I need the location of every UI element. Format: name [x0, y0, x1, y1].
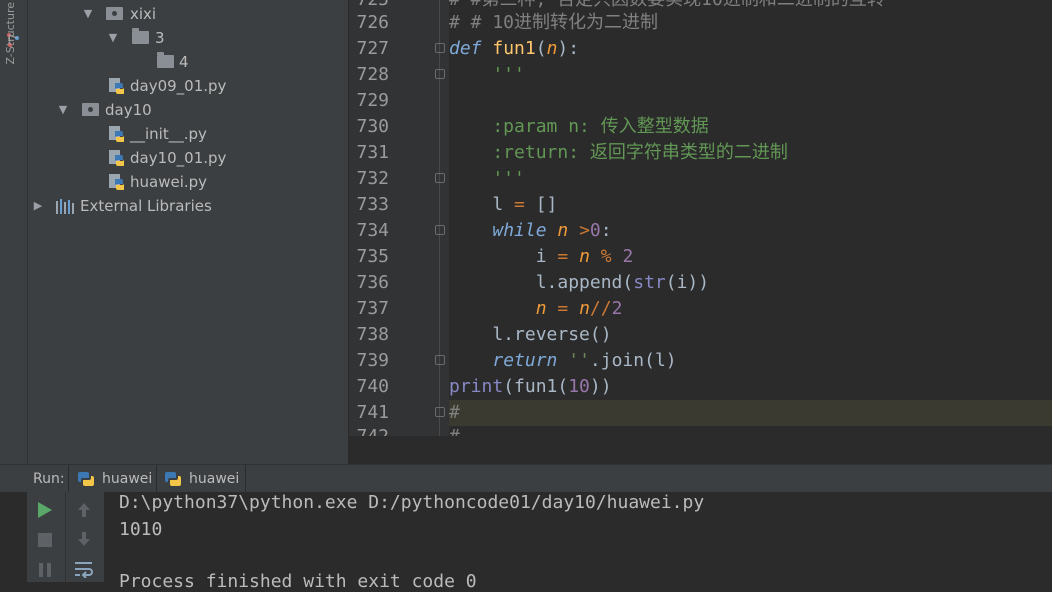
line-number: 741	[356, 402, 389, 423]
soft-wrap-icon[interactable]	[74, 560, 94, 578]
python-file-icon	[109, 126, 124, 142]
line-number: 736	[356, 272, 389, 293]
line-number: 735	[356, 246, 389, 267]
collapsed-arrow-icon[interactable]: ▶	[31, 194, 45, 218]
tree-item-label: day10	[105, 101, 152, 119]
console-command-line: D:\python37\python.exe D:/pythoncode01/d…	[119, 492, 705, 513]
expand-arrow-icon[interactable]: ▼	[106, 26, 120, 50]
line-number: 740	[356, 376, 389, 397]
tree-item-day09-01[interactable]: day09_01.py	[28, 74, 348, 98]
code-line: '''	[449, 168, 525, 189]
tree-item-3[interactable]: ▼ 3	[28, 26, 348, 50]
left-tool-stripe: Z-Structure	[0, 0, 28, 464]
fold-marker-icon[interactable]	[435, 407, 445, 417]
line-number: 738	[356, 324, 389, 345]
line-number: 733	[356, 194, 389, 215]
line-number: 728	[356, 64, 389, 85]
code-line: n = n//2	[535, 298, 623, 319]
run-tab-huawei-1[interactable]: huawei	[78, 465, 156, 493]
code-line: l = []	[449, 194, 558, 215]
code-line: def fun1(n):	[449, 38, 580, 59]
code-line: #	[449, 424, 1052, 436]
tree-item-label: 3	[155, 29, 165, 47]
code-line: i = n % 2	[449, 246, 634, 267]
code-line: print(fun1(10))	[449, 376, 612, 397]
structure-icon[interactable]	[6, 32, 20, 48]
run-console[interactable]: D:\python37\python.exe D:/pythoncode01/d…	[0, 492, 1052, 592]
code-line: :return: 返回字符串类型的二进制	[449, 142, 788, 163]
code-editor[interactable]: 725 726 727 728 729 730 731 732 733 734 …	[349, 0, 1052, 436]
code-line: :param n: 传入整型数据	[449, 116, 709, 137]
line-number: 730	[356, 116, 389, 137]
fold-marker-icon[interactable]	[435, 225, 445, 235]
current-code-line: #	[449, 400, 1052, 426]
run-label: Run:	[33, 471, 65, 487]
expand-arrow-icon[interactable]: ▼	[81, 2, 95, 26]
run-toolbar: Run: huawei huawei	[0, 464, 1052, 493]
libraries-icon	[56, 199, 74, 214]
tree-item-label: xixi	[130, 5, 157, 23]
line-number: 727	[356, 38, 389, 59]
console-output-line: 1010	[119, 519, 163, 540]
code-line: '''	[449, 64, 525, 85]
rerun-play-icon[interactable]	[37, 501, 53, 519]
run-tab-huawei-2[interactable]: huawei	[165, 465, 245, 493]
python-file-icon	[109, 150, 124, 166]
line-number: 734	[356, 220, 389, 241]
scroll-up-arrow-icon[interactable]	[76, 501, 92, 519]
fold-marker-icon[interactable]	[435, 43, 445, 53]
tree-item-day10-01[interactable]: day10_01.py	[28, 146, 348, 170]
pause-icon[interactable]	[37, 562, 53, 578]
line-number: 729	[356, 90, 389, 111]
fold-marker-icon[interactable]	[435, 69, 445, 79]
tree-item-label: huawei.py	[130, 173, 208, 191]
code-line: return ''.join(l)	[492, 350, 677, 371]
line-number: 737	[356, 298, 389, 319]
tree-item-day10[interactable]: ▼ day10	[28, 98, 348, 122]
tree-item-init[interactable]: __init__.py	[28, 122, 348, 146]
folder-icon	[132, 28, 149, 44]
line-number: 742	[349, 424, 389, 436]
run-tab-label: huawei	[102, 471, 153, 487]
package-folder-icon	[106, 7, 123, 20]
line-number: 726	[356, 12, 389, 33]
package-folder-icon	[82, 103, 99, 116]
code-line: l.reverse()	[449, 324, 612, 345]
expand-arrow-icon[interactable]: ▼	[56, 98, 70, 122]
project-tree: ▼ xixi ▼ 3 4 day09_01.py ▼ day10 __init_…	[28, 0, 349, 464]
python-file-icon	[109, 174, 124, 190]
python-icon	[165, 472, 181, 486]
fold-marker-icon[interactable]	[435, 173, 445, 183]
folder-icon	[157, 52, 174, 68]
tree-item-label: 4	[179, 53, 189, 71]
line-number: 732	[356, 168, 389, 189]
run-tab-label: huawei	[189, 471, 240, 487]
run-tools-column	[27, 492, 104, 582]
tree-item-label: day09_01.py	[130, 77, 227, 95]
tree-item-external-libraries[interactable]: ▶ External Libraries	[28, 194, 348, 218]
code-line: # # 10进制转化为二进制	[449, 12, 659, 33]
tree-item-4[interactable]: 4	[28, 50, 348, 74]
line-number: 739	[356, 350, 389, 371]
stop-icon[interactable]	[37, 532, 53, 548]
tree-item-xixi[interactable]: ▼ xixi	[28, 2, 348, 26]
tree-item-label: __init__.py	[130, 125, 207, 143]
tree-item-label: External Libraries	[80, 197, 212, 215]
code-line: while n >0:	[492, 220, 612, 241]
python-file-icon	[109, 78, 124, 94]
tree-item-label: day10_01.py	[130, 149, 227, 167]
line-number: 731	[356, 142, 389, 163]
scroll-down-arrow-icon[interactable]	[76, 530, 92, 548]
fold-marker-icon[interactable]	[435, 355, 445, 365]
python-icon	[78, 472, 94, 486]
code-line: l.append(str(i))	[449, 272, 710, 293]
tree-item-huawei[interactable]: huawei.py	[28, 170, 348, 194]
